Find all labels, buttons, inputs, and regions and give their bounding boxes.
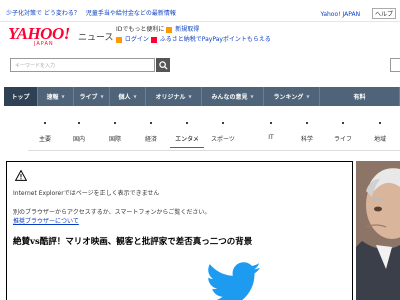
yahoo-japan-link[interactable]: Yahoo! JAPAN: [320, 11, 360, 18]
category-tab-label: 国際: [108, 136, 121, 143]
login-area: IDでもっと便利に 新規取得 ログイン ふるさと納税でPayPayポイントもらえ…: [116, 25, 271, 45]
category-tab-9[interactable]: 地域: [363, 122, 397, 143]
tab-dot-icon: [150, 122, 152, 124]
login-message: IDでもっと便利に: [116, 26, 165, 33]
twitter-icon[interactable]: [205, 262, 263, 300]
category-tab-5[interactable]: スポーツ: [206, 122, 240, 143]
nav-item-label: 速報: [46, 94, 59, 101]
search-input[interactable]: キーワードを入力: [10, 58, 155, 72]
category-tab-label: エンタメ: [175, 136, 199, 143]
tab-dot-icon: [306, 122, 308, 124]
chevron-down-icon: ▼: [100, 94, 104, 99]
category-tab-label: 地域: [373, 136, 386, 143]
top-right-links: Yahoo! JAPAN ヘルプ: [310, 8, 396, 19]
chevron-down-icon: ▼: [306, 94, 310, 99]
article-photo[interactable]: [356, 161, 400, 300]
person-photo-image: [356, 161, 400, 300]
top-promo-link-2[interactable]: 児童手当や給付金などの最新情報: [86, 10, 176, 17]
nav-item-label: 有料: [353, 94, 366, 101]
tab-dot-icon: [114, 122, 116, 124]
furusato-icon: [150, 36, 157, 43]
nav-item-5[interactable]: みんなの意見 ▼: [202, 87, 264, 106]
help-link[interactable]: ヘルプ: [371, 8, 396, 19]
article-panel: Internet Explorerではページを正しく表示できません 別のブラウザ…: [6, 161, 353, 300]
category-tabs: 主要 国内 国際 経済 エンタメ スポーツ IT 科学 ライフ 地域: [28, 122, 400, 150]
top-promo-link-1[interactable]: 少子化対策で どう変わる？: [6, 10, 80, 17]
register-link[interactable]: 新規取得: [175, 26, 199, 33]
tab-dot-icon: [379, 122, 381, 124]
warning-icon: [15, 170, 27, 181]
nav-item-label: 個人: [118, 94, 131, 101]
nav-item-0[interactable]: トップ: [4, 87, 38, 106]
recommended-browser-link[interactable]: 推奨ブラウザーについて: [13, 216, 79, 225]
logo-sub: JAPAN: [34, 41, 54, 47]
nav-item-label: トップ: [11, 94, 30, 101]
nav-item-7[interactable]: 有料: [320, 87, 400, 106]
top-promo-links: 少子化対策で どう変わる？ 児童手当や給付金などの最新情報: [6, 8, 180, 17]
nav-item-label: みんなの意見: [211, 94, 248, 101]
category-tab-8[interactable]: ライフ: [326, 122, 360, 143]
category-tab-label: IT: [268, 134, 274, 141]
category-tab-label: スポーツ: [211, 136, 235, 143]
login-line-2: ログイン ふるさと納税でPayPayポイントもらえる: [116, 35, 271, 45]
login-link[interactable]: ログイン: [125, 36, 149, 43]
service-name[interactable]: ニュース: [78, 30, 114, 43]
nav-item-label: オリジナル: [155, 94, 186, 101]
tab-dot-icon: [78, 122, 80, 124]
nav-item-1[interactable]: 速報 ▼: [38, 87, 74, 106]
ie-warning-text: Internet Explorerではページを正しく表示できません: [13, 190, 160, 197]
nav-item-6[interactable]: ランキング ▼: [264, 87, 320, 106]
register-icon: [166, 26, 173, 33]
chevron-down-icon: ▼: [133, 94, 137, 99]
nav-item-label: ライブ: [79, 94, 98, 101]
tab-dot-icon: [44, 122, 46, 124]
yahoo-logo[interactable]: YAHOO! JAPAN: [8, 24, 70, 47]
nav-item-3[interactable]: 個人 ▼: [110, 87, 146, 106]
main-nav: トップ 速報 ▼ ライブ ▼ 個人 ▼ オリジナル ▼ みんなの意見 ▼ ランキング ▼ 有料: [4, 87, 400, 106]
tab-dot-icon: [186, 122, 188, 124]
page: 少子化対策で どう変わる？ 児童手当や給付金などの最新情報 Yahoo! JAP…: [0, 0, 400, 300]
category-tab-label: ライフ: [333, 136, 352, 143]
login-line-1: IDでもっと便利に 新規取得: [116, 25, 271, 35]
tab-dot-icon: [342, 122, 344, 124]
furusato-promo-link[interactable]: ふるさと納税でPayPayポイントもらえる: [160, 36, 271, 43]
category-tab-4[interactable]: エンタメ: [170, 122, 204, 148]
article-headline: 絶賛vs酷評！マリオ映画、観客と批評家で差否真っ二つの背景: [13, 237, 253, 247]
category-tabs-divider: [28, 150, 400, 151]
category-tab-label: 科学: [300, 136, 313, 143]
category-tab-7[interactable]: 科学: [290, 122, 324, 143]
chevron-down-icon: ▼: [250, 94, 254, 99]
search-button[interactable]: [156, 58, 170, 72]
tab-dot-icon: [270, 122, 272, 124]
search-icon: [158, 60, 168, 70]
category-tab-label: 主要: [38, 136, 51, 143]
category-tab-3[interactable]: 経済: [134, 122, 168, 143]
search-box-edge: [390, 58, 400, 72]
nav-item-2[interactable]: ライブ ▼: [74, 87, 110, 106]
browser-advice-text: 別のブラウザーからアクセスするか、スマートフォンからご覧ください。: [13, 209, 211, 216]
top-bar: 少子化対策で どう変わる？ 児童手当や給付金などの最新情報 Yahoo! JAP…: [0, 0, 400, 22]
category-tab-6[interactable]: IT: [254, 122, 288, 141]
chevron-down-icon: ▼: [61, 94, 65, 99]
chevron-down-icon: ▼: [188, 94, 192, 99]
tab-dot-icon: [222, 122, 224, 124]
category-tab-0[interactable]: 主要: [28, 122, 62, 143]
login-icon: [116, 36, 122, 43]
category-tab-label: 経済: [144, 136, 157, 143]
nav-item-label: ランキング: [273, 94, 304, 101]
category-tab-2[interactable]: 国際: [98, 122, 132, 143]
category-tab-label: 国内: [72, 136, 85, 143]
nav-item-4[interactable]: オリジナル ▼: [146, 87, 202, 106]
category-tab-1[interactable]: 国内: [62, 122, 96, 143]
